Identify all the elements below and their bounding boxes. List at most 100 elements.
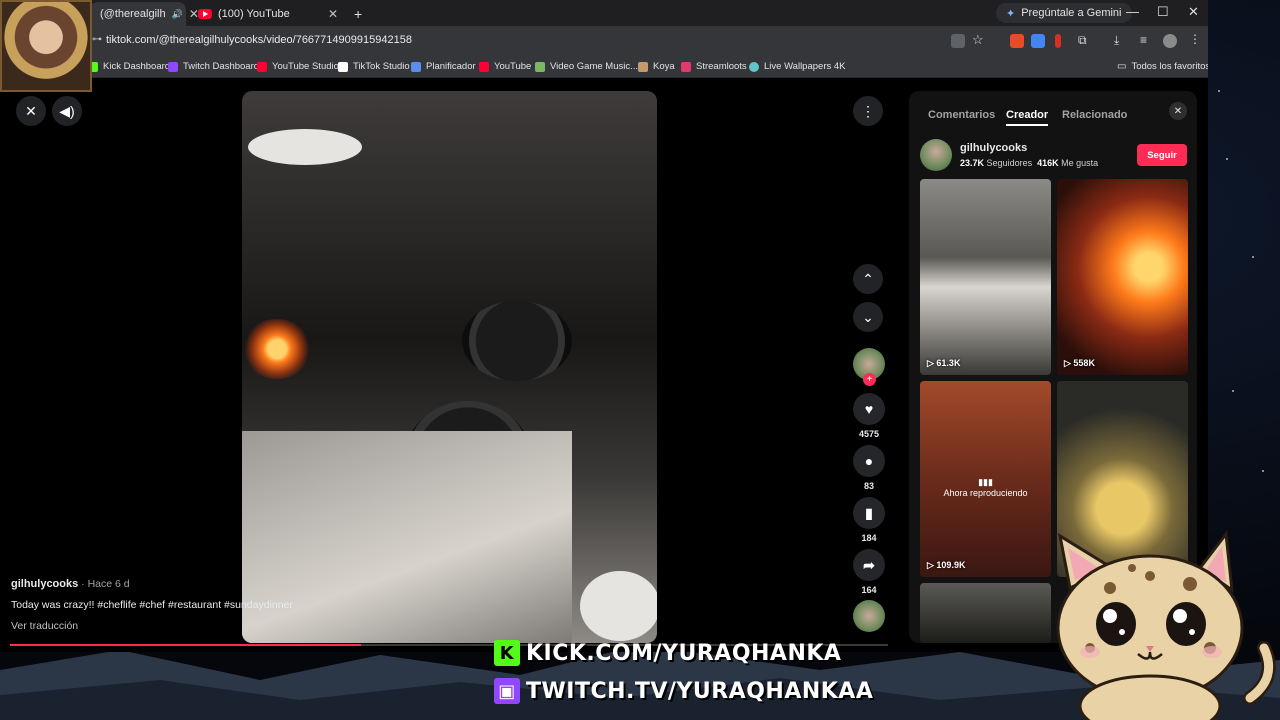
maximize-icon[interactable]: ☐	[1157, 4, 1169, 20]
views-count: ▷ 61.3K	[927, 358, 961, 368]
tab-youtube[interactable]: (100) YouTube ✕	[188, 2, 348, 26]
chevron-up-icon[interactable]: ⌃	[853, 264, 883, 294]
bookmark-youtube-studio[interactable]: YouTube Studio	[257, 61, 339, 72]
gemini-label: Pregúntale a Gemini	[1021, 7, 1122, 19]
url-field[interactable]: tiktok.com/@therealgilhulycooks/video/76…	[106, 34, 412, 46]
extension-icon[interactable]	[1010, 34, 1024, 48]
bookmark-label: Twitch Dashboard	[183, 61, 260, 72]
media-icon[interactable]: ≡	[1140, 33, 1154, 47]
youtube-icon	[479, 61, 489, 72]
tab-label: (@therealgilh	[100, 8, 166, 20]
video-pan	[462, 301, 572, 381]
tab-label: (100) YouTube	[218, 8, 290, 20]
minimize-icon[interactable]: —	[1126, 4, 1139, 19]
profile-avatar[interactable]	[1163, 34, 1177, 48]
creator-name[interactable]: gilhulycooks	[960, 142, 1027, 154]
video-thumbnail-playing[interactable]: ▮▮▮ Ahora reproduciendo ▷ 109.9K	[920, 381, 1051, 577]
extensions-puzzle-icon[interactable]: ⧉	[1078, 33, 1092, 47]
volume-icon[interactable]: ◀)	[52, 96, 82, 126]
translate-icon[interactable]	[951, 34, 965, 48]
creator-avatar[interactable]	[920, 139, 952, 171]
extension-icon[interactable]	[1031, 34, 1045, 48]
bookmark-action[interactable]: ▮ 184	[853, 497, 885, 543]
views-count: ▷ 558K	[1064, 358, 1095, 368]
tiktok-icon	[338, 61, 348, 72]
likes-count: 416K	[1037, 158, 1059, 168]
site-info-icon[interactable]: ⊶	[92, 34, 102, 45]
likes-count: 4575	[858, 429, 880, 439]
caption-time: · Hace 6 d	[78, 578, 130, 590]
kick-link-overlay: K KICK.COM/YURAQHANKA	[494, 640, 841, 666]
close-panel-icon[interactable]: ✕	[1169, 102, 1187, 120]
all-bookmarks-folder[interactable]: ▭ Todos los favoritos	[1117, 61, 1208, 72]
comments-count: 83	[863, 481, 874, 491]
new-tab-button[interactable]: +	[344, 2, 372, 26]
tab-creador[interactable]: Creador	[1006, 109, 1049, 126]
youtube-icon	[198, 9, 212, 19]
twitch-link-overlay: ▣ TWITCH.TV/YURAQHANKAA	[494, 678, 873, 704]
bookmark-twitch-dashboard[interactable]: Twitch Dashboard	[168, 61, 259, 72]
heart-icon: ♥	[853, 393, 885, 425]
caption-user[interactable]: gilhulycooks	[11, 578, 78, 590]
streamloots-icon	[681, 61, 691, 72]
tab-relacionado[interactable]: Relacionado	[1062, 109, 1127, 121]
comment-icon: ●	[853, 445, 885, 477]
saves-count: 184	[861, 533, 877, 543]
bookmark-video-game-music[interactable]: Video Game Music...	[535, 61, 638, 72]
now-playing-text: Ahora reproduciendo	[943, 488, 1028, 498]
extension-icon[interactable]	[1055, 34, 1061, 48]
close-window-icon[interactable]: ✕	[1188, 4, 1199, 20]
cat-mascot	[1056, 530, 1276, 720]
bookmark-label: Live Wallpapers 4K	[764, 61, 846, 72]
sound-disc[interactable]	[853, 600, 885, 632]
video-flame	[242, 319, 312, 379]
video-thumbnail[interactable]: ▷ 558K	[1057, 179, 1188, 375]
share-action[interactable]: ➦ 164	[853, 549, 885, 595]
creator-stats: 23.7K Seguidores 416K Me gusta	[960, 158, 1098, 168]
video-thumbnail[interactable]	[920, 583, 1051, 643]
close-tab-icon[interactable]: ✕	[328, 7, 338, 21]
browser-window: (@therealgilh 🔊 ✕ (100) YouTube ✕ + ✦ Pr…	[0, 0, 1208, 652]
youtube-icon	[257, 61, 267, 72]
bookmark-label: YouTube Studio	[272, 61, 339, 72]
like-action[interactable]: ♥ 4575	[853, 393, 885, 439]
translate-link[interactable]: Ver traducción	[11, 620, 293, 632]
menu-icon[interactable]: ⋮	[1189, 32, 1203, 46]
twitch-url: TWITCH.TV/YURAQHANKAA	[526, 678, 874, 704]
chevron-down-icon[interactable]: ⌄	[853, 302, 883, 332]
video-caption: gilhulycooks · Hace 6 d Today was crazy!…	[11, 578, 293, 632]
star	[1252, 256, 1254, 258]
views-count: ▷ 109.9K	[927, 560, 966, 570]
star-icon[interactable]: ☆	[972, 32, 986, 47]
video-thumbnail[interactable]: ▷ 61.3K	[920, 179, 1051, 375]
more-icon[interactable]: ⋮	[853, 96, 883, 126]
wallpaper-icon	[749, 61, 759, 72]
follow-plus-icon[interactable]: +	[863, 373, 876, 386]
bookmark-koya[interactable]: Koya	[638, 61, 675, 72]
bookmark-label: Todos los favoritos	[1131, 61, 1208, 72]
star	[1232, 390, 1234, 392]
bookmark-live-wallpapers[interactable]: Live Wallpapers 4K	[749, 61, 846, 72]
views-value: 61.3K	[936, 358, 961, 368]
bookmark-tiktok-studio[interactable]: TikTok Studio	[338, 61, 410, 72]
comment-action[interactable]: ● 83	[853, 445, 885, 491]
bookmark-streamloots[interactable]: Streamloots	[681, 61, 747, 72]
folder-icon: ▭	[1117, 61, 1127, 72]
bookmark-youtube[interactable]: YouTube	[479, 61, 531, 72]
tab-tiktok[interactable]: (@therealgilh 🔊 ✕	[90, 2, 199, 26]
bookmark-label: YouTube	[494, 61, 532, 72]
bookmark-planificador[interactable]: Planificador	[411, 61, 476, 72]
progress-fill	[10, 644, 362, 646]
tab-strip: (@therealgilh 🔊 ✕ (100) YouTube ✕ + ✦ Pr…	[0, 0, 1208, 26]
video-player[interactable]	[242, 91, 657, 643]
tiktok-video-page: ✕ ◀) ⋮ ⌃ ⌄ + ♥ 4575 ● 83 ▮ 184 ➦ 164 gilhuly…	[0, 78, 1208, 652]
views-value: 109.9K	[936, 560, 966, 570]
address-bar: ⊶ tiktok.com/@therealgilhulycooks/video/…	[0, 26, 1208, 56]
close-icon[interactable]: ✕	[16, 96, 46, 126]
download-icon[interactable]: ⤓	[1114, 33, 1128, 47]
gemini-button[interactable]: ✦ Pregúntale a Gemini	[996, 3, 1132, 23]
bookmark-kick-dashboard[interactable]: Kick Dashboard	[88, 61, 170, 72]
follow-button[interactable]: Seguir	[1137, 144, 1187, 166]
video-plate	[248, 129, 362, 165]
tab-comentarios[interactable]: Comentarios	[928, 109, 995, 121]
